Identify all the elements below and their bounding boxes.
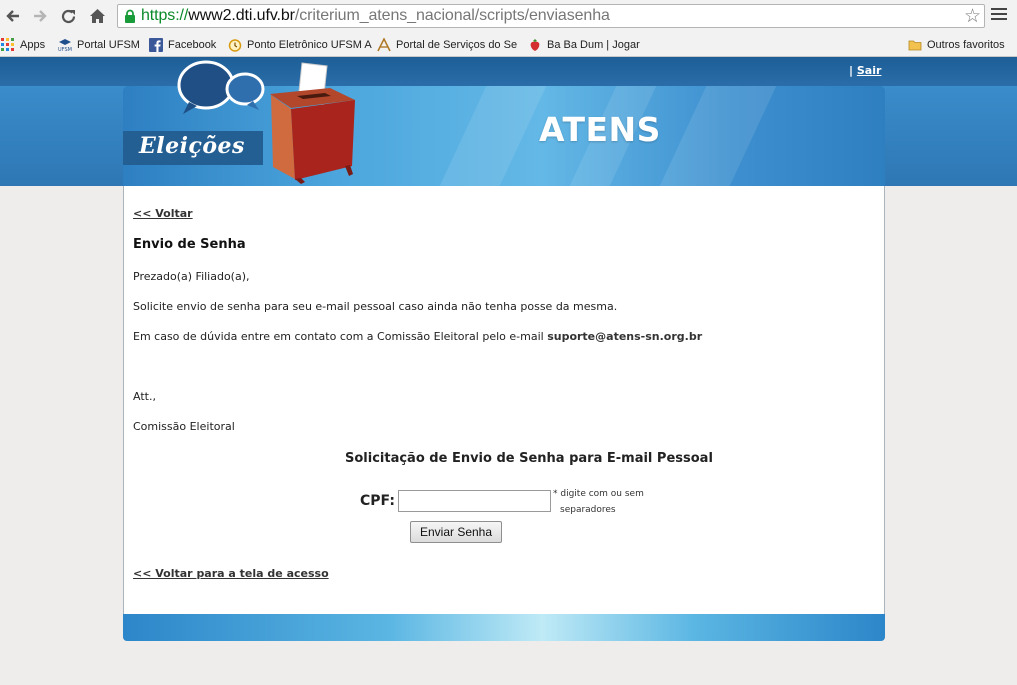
bookmark-label: Ba Ba Dum | Jogar — [547, 38, 640, 51]
portal-icon — [377, 37, 391, 51]
contact-prefix: Em caso de dúvida entre em contato com a… — [133, 330, 544, 343]
home-icon[interactable] — [86, 5, 108, 27]
back-arrow-icon[interactable] — [2, 5, 24, 27]
cpf-label: CPF: — [360, 493, 395, 509]
signature-text: Comissão Eleitoral — [133, 420, 235, 433]
bookmark-ba-ba-dum[interactable]: Ba Ba Dum | Jogar — [528, 35, 640, 54]
reload-icon[interactable] — [57, 5, 79, 27]
lock-icon — [125, 9, 135, 23]
bookmark-portal-servicos[interactable]: Portal de Serviços do Se — [377, 35, 517, 54]
clock-icon — [228, 38, 242, 52]
svg-text:UFSM: UFSM — [58, 47, 72, 52]
bookmarks-bar: Apps UFSM Portal UFSM Facebook Ponto Ele… — [0, 32, 1017, 57]
att-text: Att., — [133, 390, 156, 403]
page-title: Envio de Senha — [133, 237, 246, 252]
bookmark-outros-favoritos[interactable]: Outros favoritos — [908, 35, 1005, 54]
facebook-icon — [149, 37, 163, 52]
bookmark-label: Portal UFSM — [77, 38, 140, 51]
instruction-text: Solicite envio de senha para seu e-mail … — [133, 300, 618, 313]
bookmark-ponto-eletronico[interactable]: Ponto Eletrônico UFSM A — [228, 35, 372, 54]
contact-text: Em caso de dúvida entre em contato com a… — [133, 330, 702, 343]
back-to-login-link[interactable]: << Voltar para a tela de acesso — [133, 567, 329, 580]
sair-link[interactable]: Sair — [857, 64, 882, 77]
forward-arrow-icon[interactable] — [29, 5, 51, 27]
enviar-senha-button[interactable]: Enviar Senha — [410, 521, 502, 543]
bookmark-label: Ponto Eletrônico UFSM A — [247, 38, 372, 51]
url-text: https://www2.dti.ufv.br/criterium_atens_… — [141, 7, 610, 24]
voltar-link[interactable]: << Voltar — [133, 207, 193, 220]
support-email: suporte@atens-sn.org.br — [547, 330, 703, 343]
ballot-box-logo — [177, 60, 355, 184]
bookmark-label: Facebook — [168, 38, 217, 51]
address-bar[interactable]: https://www2.dti.ufv.br/criterium_atens_… — [117, 4, 985, 28]
bookmark-portal-ufsm[interactable]: UFSM Portal UFSM — [58, 35, 140, 54]
browser-toolbar: https://www2.dti.ufv.br/criterium_atens_… — [0, 0, 1017, 32]
logout-area: | Sair — [849, 64, 881, 77]
bookmark-apps[interactable]: Apps — [1, 35, 45, 54]
greeting-text: Prezado(a) Filiado(a), — [133, 270, 250, 283]
cpf-hint-line2: separadores — [560, 505, 616, 515]
bookmark-facebook[interactable]: Facebook — [149, 35, 216, 54]
cpf-input[interactable] — [398, 490, 551, 512]
banner-title: ATENS — [539, 110, 661, 149]
apps-grid-icon — [1, 37, 14, 51]
separator: | — [849, 64, 854, 77]
page-footer — [123, 614, 885, 641]
folder-icon — [908, 40, 922, 50]
bookmark-label: Apps — [20, 38, 46, 51]
strawberry-icon — [530, 38, 540, 51]
ufsm-icon: UFSM — [58, 38, 72, 52]
cpf-hint-line1: * digite com ou sem — [553, 489, 644, 499]
bookmark-star-icon[interactable]: ☆ — [964, 6, 981, 26]
bookmark-label: Outros favoritos — [927, 38, 1005, 51]
bookmark-label: Portal de Serviços do Se — [396, 38, 518, 51]
form-title: Solicitação de Envio de Senha para E-mai… — [345, 451, 713, 466]
cpf-hint: * digite com ou sem separadores — [553, 486, 663, 518]
chrome-menu-icon[interactable] — [991, 8, 1007, 24]
